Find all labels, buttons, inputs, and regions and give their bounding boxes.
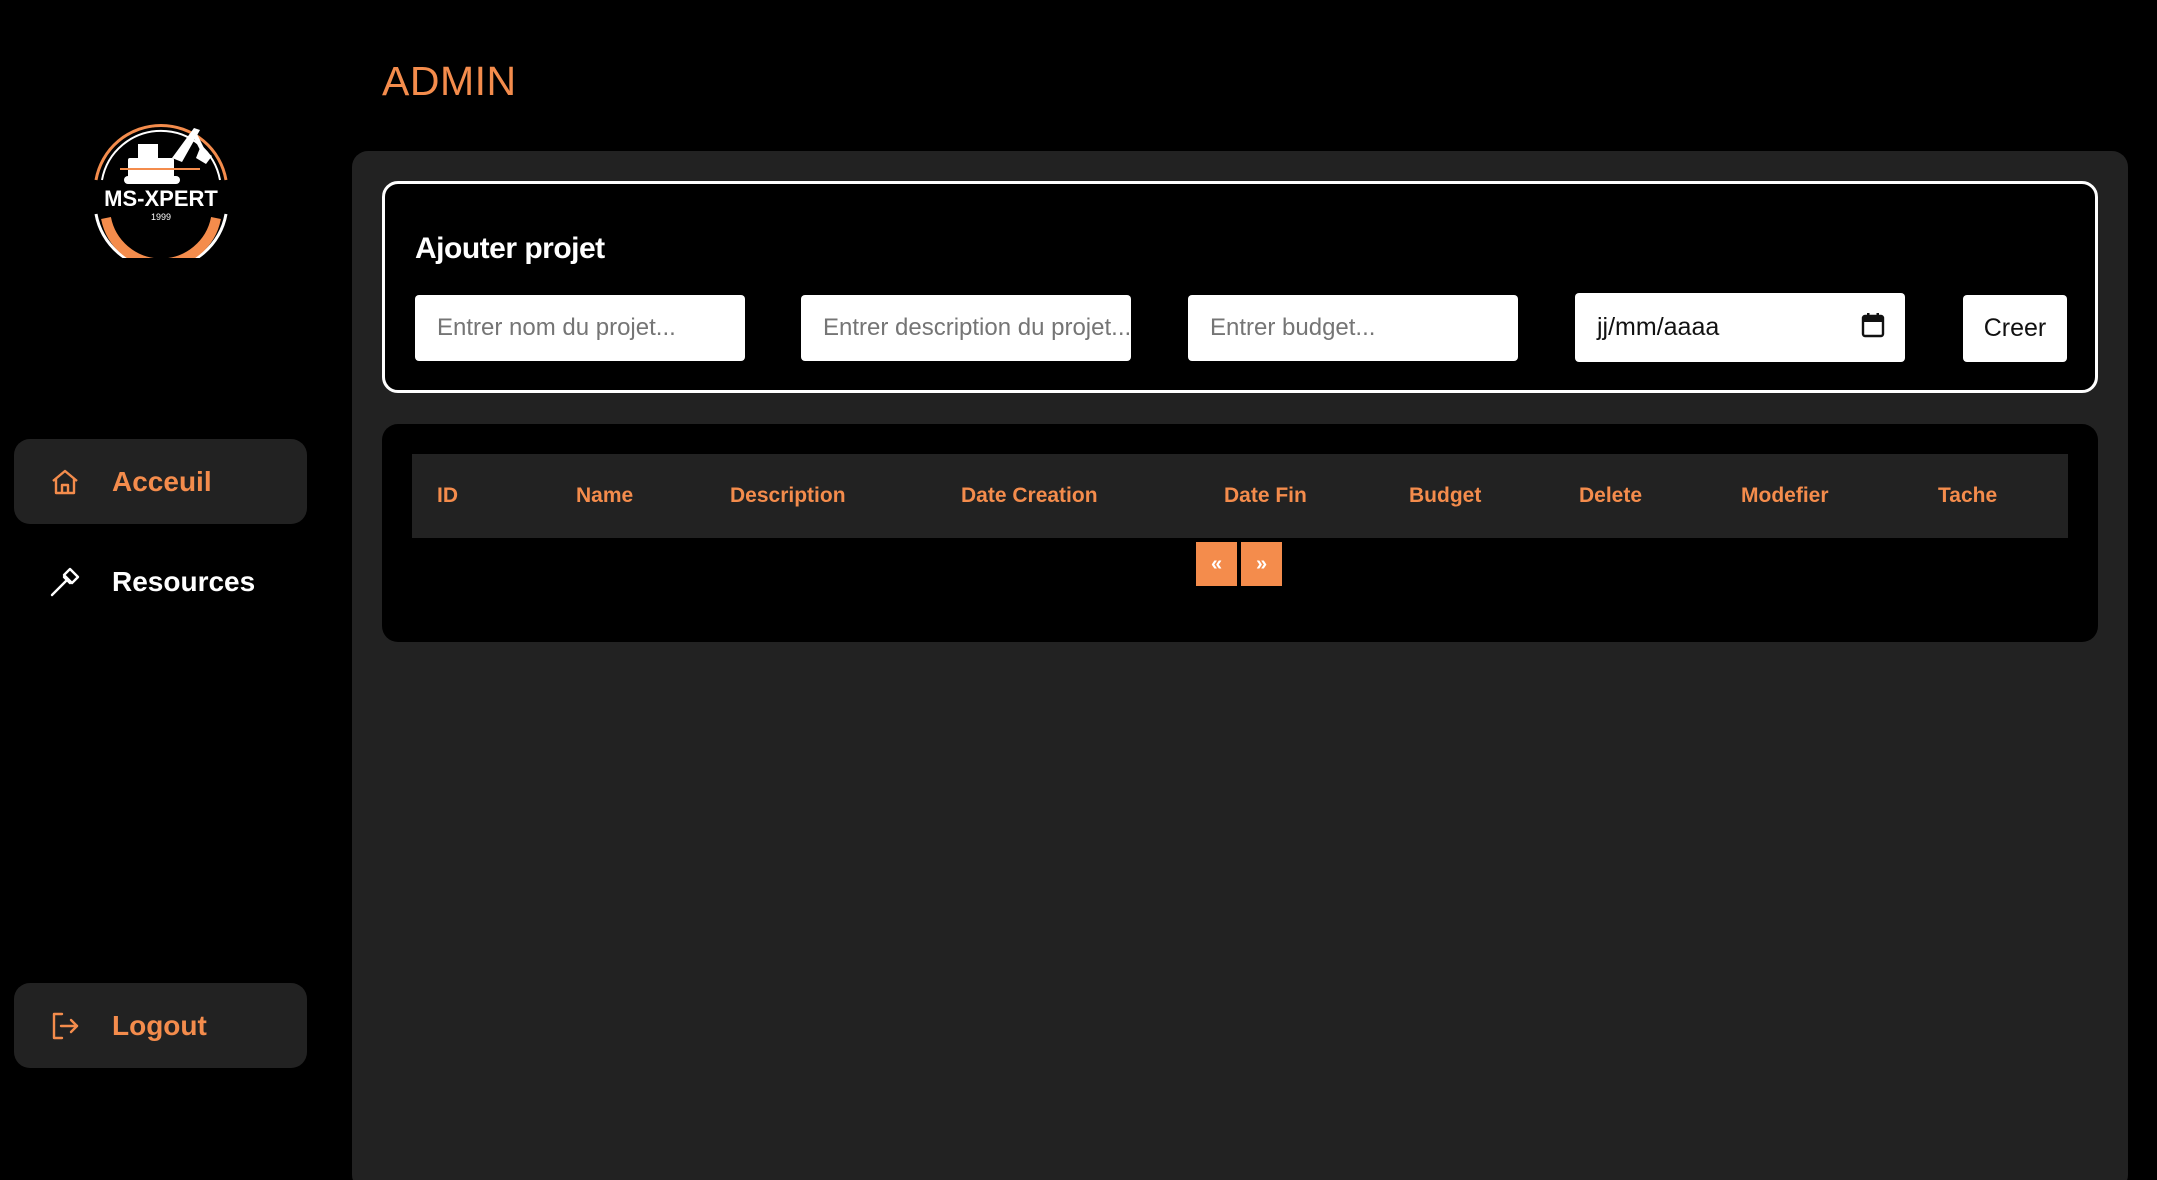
pagination: « »: [1196, 542, 1282, 586]
page-title: ADMIN: [382, 58, 517, 104]
create-project-button[interactable]: Creer: [1963, 295, 2067, 362]
logo-brand: MS-XPERT: [104, 186, 218, 211]
project-description-input[interactable]: [801, 295, 1131, 361]
add-project-form: Ajouter projet jj/mm/aaaa Creer: [382, 181, 2098, 393]
project-budget-input[interactable]: [1188, 295, 1518, 361]
column-header-date-creation[interactable]: Date Creation: [961, 454, 1098, 538]
column-header-modefier[interactable]: Modefier: [1741, 454, 1829, 538]
projects-table: ID Name Description Date Creation Date F…: [382, 424, 2098, 642]
home-icon: [50, 468, 112, 496]
sidebar-item-label: Acceuil: [112, 465, 212, 497]
logo-year: 1999: [151, 212, 171, 222]
next-page-button[interactable]: »: [1241, 542, 1282, 586]
project-date-input[interactable]: jj/mm/aaaa: [1575, 293, 1905, 362]
ms-xpert-logo: CONSTRUCTION MS-XPERT 1999: [82, 118, 240, 271]
column-header-tache[interactable]: Tache: [1938, 454, 1997, 538]
project-name-input[interactable]: [415, 295, 745, 361]
previous-page-button[interactable]: «: [1196, 542, 1237, 586]
logout-icon: [50, 1011, 112, 1041]
sidebar: CONSTRUCTION MS-XPERT 1999 Acceuil Resou…: [0, 0, 352, 1180]
hammer-icon: [50, 567, 112, 597]
column-header-delete[interactable]: Delete: [1579, 454, 1642, 538]
column-header-budget[interactable]: Budget: [1409, 454, 1481, 538]
sidebar-item-resources[interactable]: Resources: [14, 539, 307, 624]
logout-label: Logout: [112, 1009, 207, 1041]
form-title: Ajouter projet: [415, 232, 605, 265]
logo-tagline: CONSTRUCTION: [129, 223, 194, 232]
column-header-date-fin[interactable]: Date Fin: [1224, 454, 1307, 538]
calendar-icon[interactable]: [1861, 312, 1885, 343]
sidebar-item-acceuil[interactable]: Acceuil: [14, 439, 307, 524]
date-value: jj/mm/aaaa: [1597, 313, 1720, 341]
logout-button[interactable]: Logout: [14, 983, 307, 1068]
column-header-id[interactable]: ID: [437, 454, 458, 538]
sidebar-item-label: Resources: [112, 565, 256, 597]
column-header-name[interactable]: Name: [576, 454, 633, 538]
column-header-description[interactable]: Description: [730, 454, 846, 538]
table-header: ID Name Description Date Creation Date F…: [412, 454, 2068, 538]
admin-app: CONSTRUCTION MS-XPERT 1999 Acceuil Resou…: [0, 0, 2157, 1180]
